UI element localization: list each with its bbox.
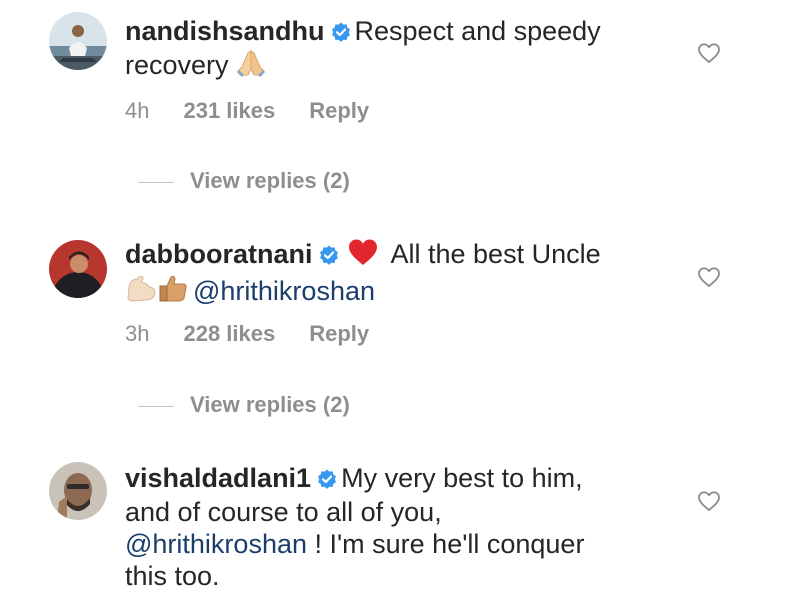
divider-line: [138, 181, 174, 183]
divider-line: [138, 405, 174, 407]
view-replies-label[interactable]: View replies (2): [190, 168, 350, 193]
comments-panel: nandishsandhu Respect and speedy recovery…: [0, 0, 800, 600]
comment-text: My very best to him,: [341, 463, 583, 493]
comment-text: recovery: [125, 50, 229, 80]
folded-hands-icon: [236, 49, 266, 84]
view-replies-label[interactable]: View replies (2): [190, 392, 350, 417]
heart-outline-icon[interactable]: [697, 490, 721, 512]
mention-link[interactable]: @hrithikroshan: [125, 529, 307, 559]
avatar[interactable]: [49, 240, 107, 298]
avatar[interactable]: [49, 12, 107, 70]
comment-text: this too.: [125, 561, 220, 591]
comment-text: and of course to all of you,: [125, 497, 442, 527]
comment-meta: 4h 231 likes Reply: [125, 98, 369, 124]
comment-text: All the best Uncle: [390, 239, 601, 269]
comment-likes[interactable]: 231 likes: [183, 98, 275, 124]
verified-badge-icon: [317, 464, 337, 496]
comment-text: Respect and speedy: [354, 16, 601, 46]
red-heart-icon: [347, 238, 379, 273]
verified-badge-icon: [319, 240, 339, 272]
avatar[interactable]: [49, 462, 107, 520]
flexed-biceps-icon: [125, 273, 157, 310]
comment-username[interactable]: nandishsandhu: [125, 16, 325, 46]
comment-body: dabbooratnani All the best Uncle @hrithik…: [125, 238, 665, 310]
view-replies-button[interactable]: View replies (2): [138, 392, 350, 418]
thumbs-up-icon: [157, 273, 189, 310]
reply-button[interactable]: Reply: [309, 321, 369, 347]
comment-likes[interactable]: 228 likes: [183, 321, 275, 347]
reply-button[interactable]: Reply: [309, 98, 369, 124]
comment-text: ! I'm sure he'll conquer: [307, 529, 585, 559]
mention-link[interactable]: @hrithikroshan: [193, 276, 375, 306]
comment-time: 4h: [125, 98, 150, 123]
heart-outline-icon[interactable]: [697, 266, 721, 288]
comment-body: vishaldadlani1 My very best to him, and o…: [125, 462, 665, 592]
comment-body: nandishsandhu Respect and speedy recovery: [125, 15, 665, 84]
comment-username[interactable]: dabbooratnani: [125, 239, 313, 269]
view-replies-button[interactable]: View replies (2): [138, 168, 350, 194]
heart-outline-icon[interactable]: [697, 42, 721, 64]
comment-meta: 3h 228 likes Reply: [125, 321, 369, 347]
comment-username[interactable]: vishaldadlani1: [125, 463, 311, 493]
verified-badge-icon: [331, 17, 351, 49]
comment-time: 3h: [125, 321, 150, 346]
